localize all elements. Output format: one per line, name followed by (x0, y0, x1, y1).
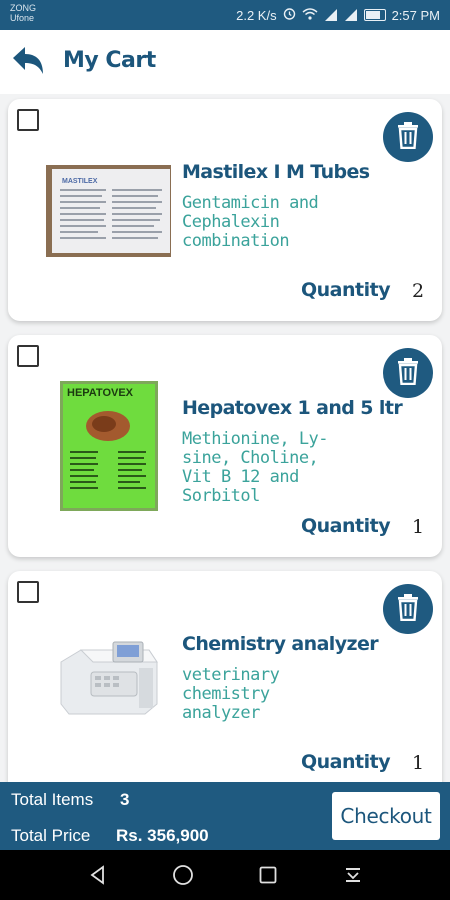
product-description: veterinary chemistry analyzer (182, 665, 280, 723)
delete-button[interactable] (383, 348, 433, 398)
delete-button[interactable] (383, 112, 433, 162)
product-image (46, 629, 171, 724)
quantity-label: Quantity (301, 751, 391, 773)
carrier-2: Ufone (10, 13, 35, 23)
quantity-value: 1 (412, 752, 425, 774)
delete-button[interactable] (383, 584, 433, 634)
total-items-value: 3 (120, 790, 130, 809)
product-name: Chemistry analyzer (182, 633, 379, 655)
system-nav-bar (0, 850, 450, 900)
quantity-label: Quantity (301, 515, 391, 537)
product-image: HEPATOVEX (46, 381, 171, 511)
notification-shade-icon[interactable] (340, 862, 366, 888)
quantity-label: Quantity (301, 279, 391, 301)
cart-item: MASTILEX Mastilex I M Tubes Gentamicin a… (8, 99, 442, 321)
trash-icon (395, 357, 421, 390)
recents-nav-icon[interactable] (255, 862, 281, 888)
home-nav-icon[interactable] (170, 862, 196, 888)
product-name: Mastilex I M Tubes (182, 161, 370, 183)
product-description: Methionine, Ly-sine, Choline, Vit B 12 a… (182, 429, 329, 506)
product-image: MASTILEX (46, 163, 171, 258)
status-indicators: 2.2 K/s 2:57 PM (236, 7, 440, 23)
wifi-icon (302, 7, 318, 23)
select-checkbox[interactable] (17, 581, 39, 603)
back-nav-icon[interactable] (85, 862, 111, 888)
back-arrow-icon[interactable] (10, 44, 46, 78)
product-name: Hepatovex 1 and 5 ltr (182, 397, 403, 419)
checkout-button[interactable]: Checkout (332, 792, 440, 840)
quantity-value: 2 (412, 280, 425, 302)
carrier-1: ZONG (10, 3, 36, 13)
page-title: My Cart (63, 48, 156, 73)
cart-item: HEPATOVEX Hepatovex 1 and 5 ltr Methioni… (8, 335, 442, 557)
status-bar: ZONG Ufone 2.2 K/s 2:57 PM (0, 0, 450, 30)
network-speed: 2.2 K/s (236, 7, 277, 23)
product-description: Gentamicin and Cephalexin combination (182, 193, 319, 251)
quantity-value: 1 (412, 516, 425, 538)
cart-item: Chemistry analyzer veterinary chemistry … (8, 571, 442, 782)
total-items-label: Total Items (11, 790, 94, 809)
signal-icon (324, 9, 338, 21)
carrier-names: ZONG Ufone (10, 3, 36, 23)
thumbnail-label: HEPATOVEX (67, 387, 134, 399)
cart-summary-bar: Total Items 3 Total Price Rs. 356,900 Ch… (0, 782, 450, 850)
select-checkbox[interactable] (17, 109, 39, 131)
status-time: 2:57 PM (391, 7, 440, 23)
cart-list[interactable]: MASTILEX Mastilex I M Tubes Gentamicin a… (0, 94, 450, 782)
alarm-icon (283, 7, 296, 23)
trash-icon (395, 121, 421, 154)
thumbnail-label: MASTILEX (62, 178, 98, 185)
select-checkbox[interactable] (17, 345, 39, 367)
app-header: My Cart (0, 30, 450, 94)
trash-icon (395, 593, 421, 626)
total-price-label: Total Price (11, 826, 91, 845)
battery-icon (363, 9, 386, 21)
total-price-value: Rs. 356,900 (116, 826, 209, 845)
signal-icon (344, 9, 358, 21)
